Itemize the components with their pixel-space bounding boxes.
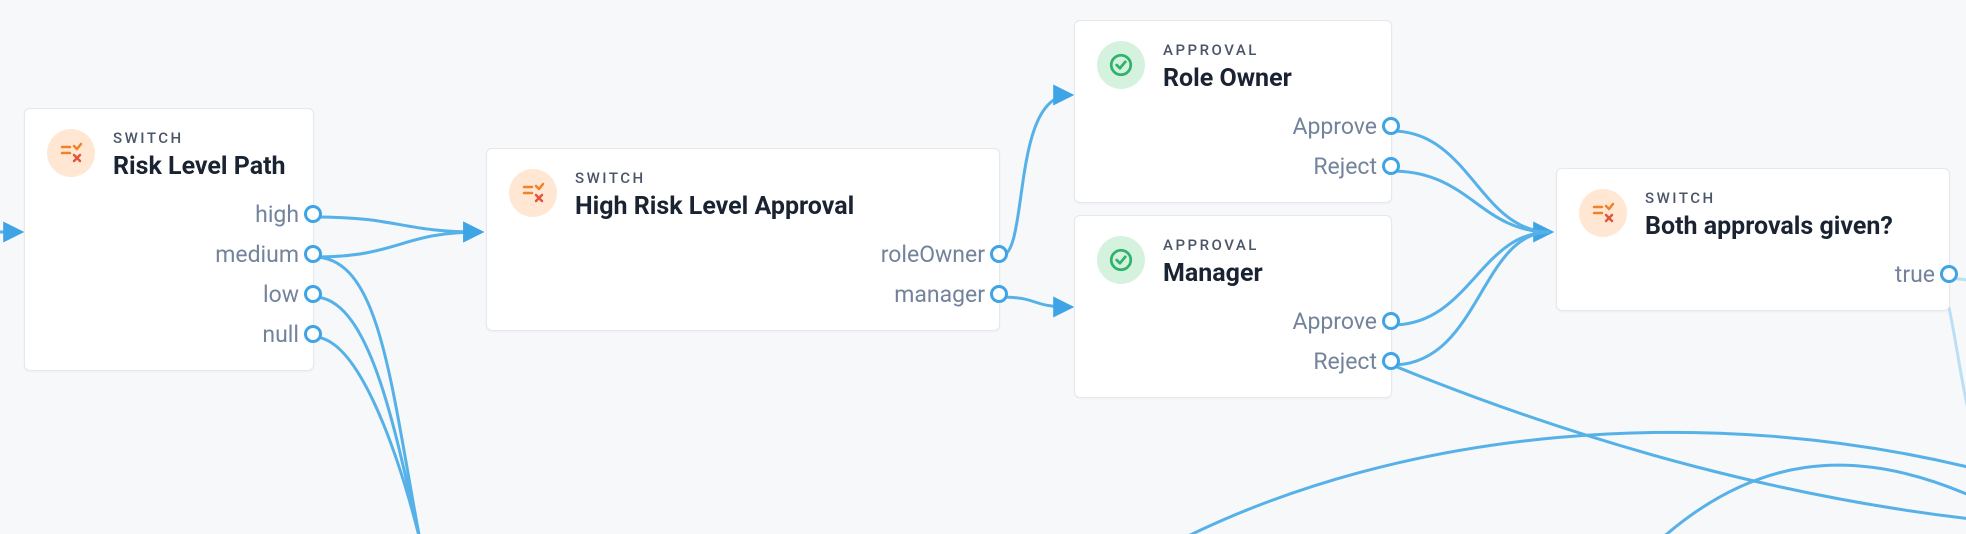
output-reject[interactable]: Reject bbox=[1075, 146, 1391, 186]
output-manager[interactable]: manager bbox=[487, 274, 999, 314]
output-approve[interactable]: Approve bbox=[1075, 106, 1391, 146]
output-label: manager bbox=[894, 281, 985, 308]
switch-icon bbox=[47, 129, 95, 177]
output-high[interactable]: high bbox=[25, 194, 313, 234]
node-title: High Risk Level Approval bbox=[575, 191, 854, 222]
output-label: Reject bbox=[1313, 153, 1377, 180]
approval-icon bbox=[1097, 236, 1145, 284]
output-label: true bbox=[1895, 261, 1935, 288]
output-port[interactable] bbox=[990, 245, 1008, 263]
output-label: Reject bbox=[1313, 348, 1377, 375]
node-type-label: SWITCH bbox=[1645, 189, 1893, 207]
workflow-canvas[interactable]: SWITCH Risk Level Path high medium low n… bbox=[0, 0, 1966, 534]
node-manager[interactable]: APPROVAL Manager Approve Reject bbox=[1074, 215, 1392, 398]
node-high-risk-level-approval[interactable]: SWITCH High Risk Level Approval roleOwne… bbox=[486, 148, 1000, 331]
approval-icon bbox=[1097, 41, 1145, 89]
output-port[interactable] bbox=[1382, 312, 1400, 330]
output-port[interactable] bbox=[304, 205, 322, 223]
node-title: Risk Level Path bbox=[113, 151, 286, 182]
output-low[interactable]: low bbox=[25, 274, 313, 314]
output-label: medium bbox=[215, 241, 299, 268]
node-type-label: SWITCH bbox=[113, 129, 286, 147]
output-port[interactable] bbox=[1382, 157, 1400, 175]
output-port[interactable] bbox=[304, 245, 322, 263]
output-label: high bbox=[255, 201, 299, 228]
output-true[interactable]: true bbox=[1557, 254, 1949, 294]
node-type-label: SWITCH bbox=[575, 169, 854, 187]
output-port[interactable] bbox=[1940, 265, 1958, 283]
output-label: null bbox=[262, 321, 299, 348]
output-roleowner[interactable]: roleOwner bbox=[487, 234, 999, 274]
output-port[interactable] bbox=[1382, 352, 1400, 370]
output-label: low bbox=[263, 281, 299, 308]
output-reject[interactable]: Reject bbox=[1075, 341, 1391, 381]
output-approve[interactable]: Approve bbox=[1075, 301, 1391, 341]
switch-icon bbox=[509, 169, 557, 217]
output-medium[interactable]: medium bbox=[25, 234, 313, 274]
node-type-label: APPROVAL bbox=[1163, 236, 1263, 254]
node-both-approvals[interactable]: SWITCH Both approvals given? true bbox=[1556, 168, 1950, 311]
output-label: roleOwner bbox=[881, 241, 985, 268]
output-null[interactable]: null bbox=[25, 314, 313, 354]
output-label: Approve bbox=[1292, 113, 1377, 140]
output-port[interactable] bbox=[990, 285, 1008, 303]
output-port[interactable] bbox=[304, 325, 322, 343]
node-type-label: APPROVAL bbox=[1163, 41, 1292, 59]
node-title: Both approvals given? bbox=[1645, 211, 1893, 242]
output-port[interactable] bbox=[1382, 117, 1400, 135]
output-port[interactable] bbox=[304, 285, 322, 303]
node-title: Manager bbox=[1163, 258, 1263, 289]
output-label: Approve bbox=[1292, 308, 1377, 335]
switch-icon bbox=[1579, 189, 1627, 237]
node-risk-level-path[interactable]: SWITCH Risk Level Path high medium low n… bbox=[24, 108, 314, 371]
node-role-owner[interactable]: APPROVAL Role Owner Approve Reject bbox=[1074, 20, 1392, 203]
node-title: Role Owner bbox=[1163, 63, 1292, 94]
